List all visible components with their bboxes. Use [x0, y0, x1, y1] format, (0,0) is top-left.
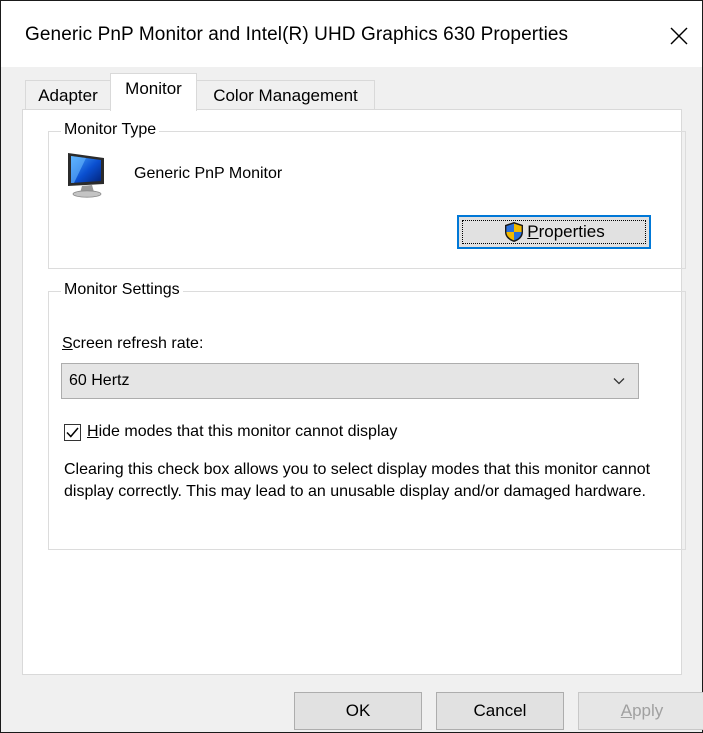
- close-icon: [670, 27, 688, 45]
- tab-monitor-label: Monitor: [125, 78, 182, 98]
- properties-button-label: Properties: [527, 222, 605, 241]
- ok-button-label: OK: [345, 701, 371, 720]
- monitor-type-group: Monitor Type Generic PnP Monitor Propert…: [48, 121, 686, 269]
- apply-button[interactable]: Apply: [578, 692, 703, 730]
- checkmark-icon: [66, 427, 79, 438]
- monitor-properties-button[interactable]: Properties: [457, 215, 651, 249]
- cancel-button-label: Cancel: [473, 701, 527, 720]
- monitor-settings-group: Monitor Settings Screen refresh rate: 60…: [48, 281, 686, 550]
- hide-modes-label: Hide modes that this monitor cannot disp…: [87, 423, 398, 440]
- tab-color-management-label: Color Management: [213, 85, 358, 105]
- monitor-type-legend: Monitor Type: [61, 121, 160, 139]
- window-title: Generic PnP Monitor and Intel(R) UHD Gra…: [25, 24, 569, 45]
- tab-adapter-label: Adapter: [38, 85, 98, 105]
- uac-shield-icon: [503, 221, 525, 243]
- monitor-settings-legend: Monitor Settings: [61, 281, 183, 299]
- tab-adapter[interactable]: Adapter: [25, 80, 111, 110]
- cancel-button[interactable]: Cancel: [436, 692, 564, 730]
- hide-modes-row[interactable]: Hide modes that this monitor cannot disp…: [64, 423, 397, 441]
- refresh-rate-select[interactable]: 60 Hertz: [61, 363, 639, 399]
- ok-button[interactable]: OK: [294, 692, 422, 730]
- monitor-name: Generic PnP Monitor: [134, 165, 283, 182]
- refresh-rate-label: Screen refresh rate:: [62, 335, 204, 352]
- tab-monitor[interactable]: Monitor: [110, 73, 197, 111]
- tab-color-management[interactable]: Color Management: [196, 80, 375, 110]
- close-button[interactable]: [656, 14, 702, 58]
- hide-modes-checkbox[interactable]: [64, 423, 81, 441]
- properties-dialog: Generic PnP Monitor and Intel(R) UHD Gra…: [0, 0, 703, 733]
- refresh-rate-value: 60 Hertz: [69, 372, 130, 389]
- chevron-down-icon: [613, 378, 625, 385]
- monitor-icon: [68, 153, 104, 198]
- title-bar: Generic PnP Monitor and Intel(R) UHD Gra…: [1, 1, 702, 67]
- monitor-tab-panel: Monitor Type Generic PnP Monitor Propert…: [22, 109, 686, 675]
- apply-button-label: Apply: [620, 701, 664, 720]
- warning-text: Clearing this check box allows you to se…: [64, 461, 651, 500]
